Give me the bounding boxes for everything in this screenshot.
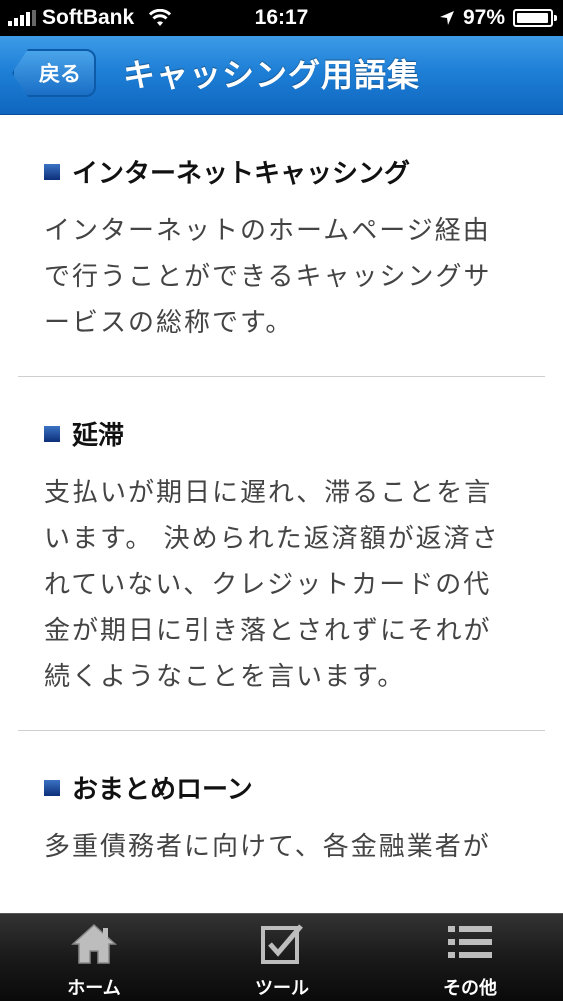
glossary-item: インターネットキャッシング インターネットのホームページ経由 で行うことができる… bbox=[0, 115, 563, 376]
status-bar: SoftBank 16:17 97% bbox=[0, 0, 563, 36]
term-description: インターネットのホームページ経由 で行うことができるキャッシングサ ービスの総称… bbox=[44, 216, 492, 338]
tab-tools[interactable]: ツール bbox=[212, 914, 352, 1001]
tab-home[interactable]: ホーム bbox=[24, 914, 164, 1001]
battery-icon bbox=[513, 9, 557, 27]
term-title: インターネットキャッシング bbox=[44, 153, 563, 190]
glossary-item: おまとめローン 多重債務者に向けて、各金融業者が bbox=[0, 731, 563, 870]
navigation-bar: 戻る キャッシング用語集 bbox=[0, 36, 563, 115]
home-icon bbox=[71, 923, 117, 964]
page-title: キャッシング用語集 bbox=[123, 56, 421, 94]
location-arrow-icon bbox=[439, 11, 454, 25]
tab-label: ツール bbox=[255, 978, 309, 999]
tab-label: その他 bbox=[443, 978, 497, 999]
bullet-square-icon bbox=[44, 779, 60, 796]
tab-label: ホーム bbox=[67, 978, 121, 999]
back-button[interactable]: 戻る bbox=[12, 49, 96, 97]
term-description: 支払いが期日に遅れ、滞ることを言 います。 決められた返済額が返済さ れていない… bbox=[44, 478, 500, 692]
battery-percent: 97% bbox=[462, 6, 505, 29]
list-icon bbox=[448, 926, 492, 958]
checkbox-icon bbox=[261, 924, 303, 964]
term-description: 多重債務者に向けて、各金融業者が bbox=[44, 832, 491, 862]
bullet-square-icon bbox=[44, 163, 60, 180]
term-title: おまとめローン bbox=[44, 769, 563, 806]
tab-other[interactable]: その他 bbox=[400, 914, 540, 1001]
glossary-item: 延滞 支払いが期日に遅れ、滞ることを言 います。 決められた返済額が返済さ れて… bbox=[0, 377, 563, 730]
glossary-list[interactable]: インターネットキャッシング インターネットのホームページ経由 で行うことができる… bbox=[0, 115, 563, 913]
tab-bar: ホーム ツール その他 bbox=[0, 913, 563, 1001]
bullet-square-icon bbox=[44, 425, 60, 442]
term-title: 延滞 bbox=[44, 415, 563, 452]
